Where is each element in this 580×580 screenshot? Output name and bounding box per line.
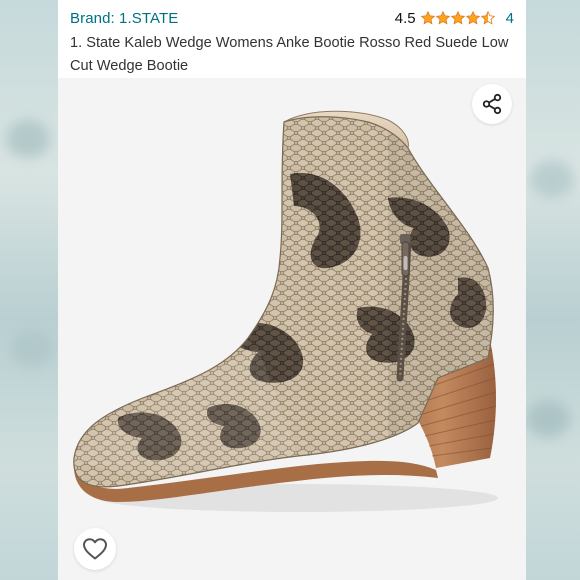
rating-summary[interactable]: 4.5 4 — [395, 10, 514, 27]
boot-photo — [58, 78, 526, 580]
star-icon — [420, 11, 435, 25]
favorite-button[interactable] — [74, 528, 116, 570]
product-card: Brand: 1.STATE 4.5 4 1. State Kaleb Wedg… — [58, 0, 526, 580]
brand-link[interactable]: Brand: 1.STATE — [70, 10, 178, 27]
background-blur-right — [522, 0, 580, 580]
star-icon — [465, 11, 480, 25]
rating-score: 4.5 — [394, 9, 416, 27]
star-icon — [480, 11, 495, 25]
blur-shape — [530, 160, 574, 198]
share-button[interactable] — [472, 84, 512, 124]
star-rating — [420, 11, 496, 25]
product-image[interactable] — [58, 78, 526, 580]
blur-shape — [526, 400, 570, 438]
background-blur-left — [0, 0, 58, 580]
product-title: 1. State Kaleb Wedge Womens Anke Bootie … — [70, 35, 509, 74]
brand-rating-row: Brand: 1.STATE 4.5 4 — [70, 7, 514, 29]
share-icon — [482, 93, 502, 115]
product-header: Brand: 1.STATE 4.5 4 1. State Kaleb Wedg… — [58, 0, 526, 76]
blur-shape — [6, 120, 50, 158]
review-count[interactable]: 4 — [506, 10, 514, 27]
star-icon — [450, 11, 465, 25]
blur-shape — [10, 330, 54, 368]
heart-icon — [83, 538, 107, 560]
star-icon — [435, 11, 450, 25]
